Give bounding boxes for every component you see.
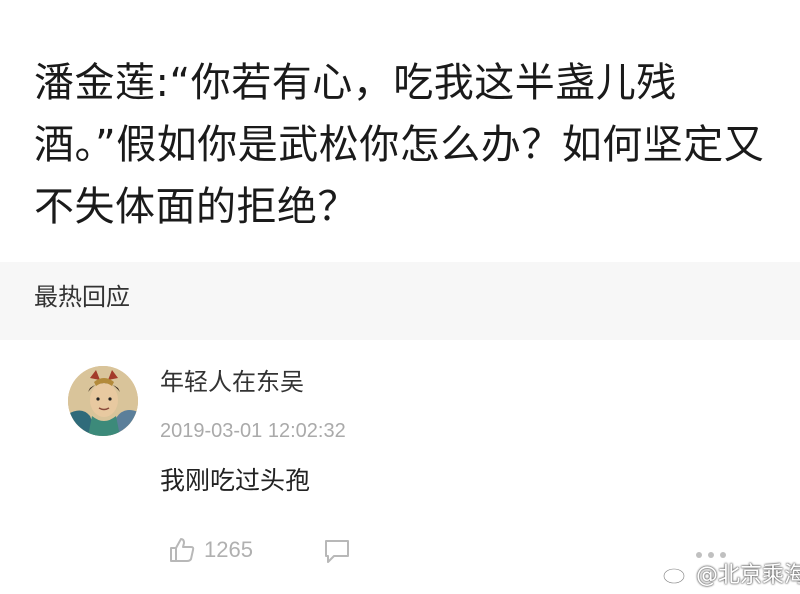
section-title: 最热回应	[34, 283, 130, 311]
thumbs-up-icon	[170, 538, 195, 562]
more-button[interactable]	[694, 545, 728, 558]
avatar[interactable]	[68, 366, 138, 436]
like-button[interactable]: 1265	[168, 533, 253, 567]
comment-bubble-icon	[325, 540, 349, 563]
like-count: 1265	[204, 537, 253, 562]
avatar-portrait-icon	[68, 366, 138, 436]
post-question: 潘金莲:“你若有心，吃我这半盏儿残酒。”假如你是武松你怎么办？如何坚定又不失体面…	[34, 60, 765, 230]
reply-button[interactable]	[322, 537, 352, 565]
watermark-text: @北京乘海生	[696, 563, 800, 588]
comment-text: 我刚吃过头孢	[160, 466, 311, 495]
comment-username[interactable]: 年轻人在东吴	[160, 366, 304, 398]
comment-timestamp: 2019-03-01 12:02:32	[160, 420, 346, 442]
watermark: @北京乘海生	[662, 557, 800, 589]
weibo-logo-icon	[663, 564, 688, 584]
